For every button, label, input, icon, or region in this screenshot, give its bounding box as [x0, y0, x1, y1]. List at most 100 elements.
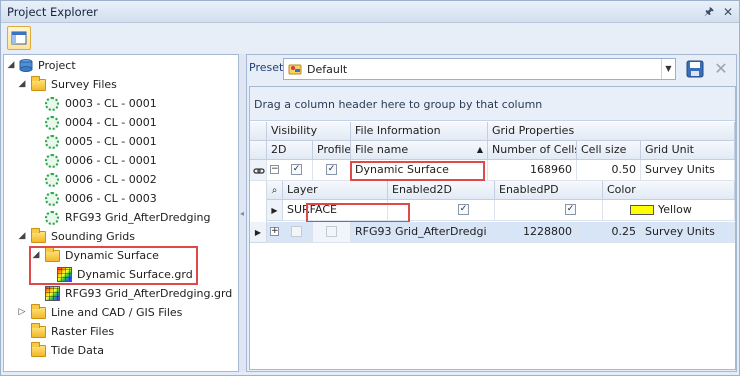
chevron-down-icon[interactable]: ▼	[661, 59, 675, 79]
highlight-box	[306, 203, 410, 223]
tree-item-survey-files[interactable]: ◢ Survey Files	[4, 75, 238, 94]
delete-preset-button[interactable]: ✕	[711, 59, 731, 79]
color-swatch	[630, 205, 654, 215]
files-grid: Drag a column header here to group by th…	[249, 86, 736, 370]
tree-label-rfg-grd: RFG93 Grid_AfterDredging.grd	[65, 287, 233, 300]
tree-label-raster: Raster Files	[51, 325, 115, 338]
checkbox-enabledpd[interactable]: ✓	[565, 204, 576, 215]
cell-profile	[313, 222, 351, 243]
panel-toggle-button[interactable]	[7, 26, 31, 50]
group-by-hint: Drag a column header here to group by th…	[254, 98, 543, 111]
delete-icon: ✕	[714, 59, 728, 78]
color-name: Yellow	[658, 203, 692, 216]
header-corner	[250, 141, 267, 160]
survey-line-icon	[45, 211, 59, 225]
tree-label-tide: Tide Data	[51, 344, 104, 357]
detail-col-enabled2d[interactable]: Enabled2D	[388, 181, 495, 200]
expand-icon[interactable]: ▷	[17, 303, 27, 322]
tree-item-line-cad[interactable]: ▷ Line and CAD / GIS Files	[4, 303, 238, 322]
row-indicator-icon: ▶	[250, 222, 267, 243]
pin-icon[interactable]: 🖈	[701, 4, 717, 20]
tree-item-sounding-grids[interactable]: ◢ Sounding Grids	[4, 227, 238, 246]
tree-label-survey-files: Survey Files	[51, 78, 117, 91]
survey-line-icon	[45, 154, 59, 168]
col-cells[interactable]: Number of Cells	[488, 141, 577, 160]
band-grid-props[interactable]: Grid Properties	[488, 122, 735, 141]
close-icon[interactable]: ✕	[720, 4, 736, 20]
col-grid-unit[interactable]: Grid Unit	[641, 141, 735, 160]
collapse-icon[interactable]: ◢	[17, 75, 27, 94]
detail-col-enabledpd[interactable]: EnabledPD	[495, 181, 603, 200]
checkbox-2d[interactable]	[291, 226, 302, 237]
tree-item-rfg-grd[interactable]: RFG93 Grid_AfterDredging.grd	[4, 284, 238, 303]
folder-icon	[31, 323, 46, 338]
expand-row-icon[interactable]: +	[270, 227, 279, 236]
row-link-cell	[250, 160, 267, 181]
link-icon	[253, 168, 265, 174]
tree-label-line-cad: Line and CAD / GIS Files	[51, 306, 183, 319]
highlight-box	[350, 161, 485, 181]
grid-file-icon	[45, 286, 60, 301]
tree-label-survey: 0006 - CL - 0003	[65, 192, 157, 205]
row-indicator-icon: ▶	[267, 200, 283, 221]
band-visibility[interactable]: Visibility	[267, 122, 351, 141]
tree-item-project[interactable]: ◢ Project	[4, 56, 238, 75]
group-by-panel[interactable]: Drag a column header here to group by th…	[250, 87, 735, 121]
cell-2d: +	[267, 222, 313, 243]
toolbar	[1, 23, 739, 53]
cell-file-name[interactable]: RFG93 Grid_AfterDredging	[351, 222, 488, 243]
tree-label-survey: 0006 - CL - 0001	[65, 154, 157, 167]
survey-line-icon	[45, 116, 59, 130]
collapse-icon[interactable]: ◢	[6, 56, 16, 75]
cell-cells: 168960	[488, 160, 577, 181]
folder-icon	[31, 342, 46, 357]
checkbox-profile[interactable]: ✓	[326, 164, 337, 175]
preset-dropdown[interactable]: Default ▼	[283, 58, 676, 80]
col-file-name[interactable]: File name ▲	[351, 141, 488, 160]
highlight-box	[29, 246, 198, 285]
save-preset-button[interactable]	[685, 59, 705, 79]
cell-grid-unit: Survey Units	[641, 222, 735, 243]
checkbox-profile[interactable]	[326, 226, 337, 237]
col-file-name-label: File name	[355, 143, 409, 156]
detail-cell-color[interactable]: Yellow	[603, 200, 735, 221]
folder-icon	[31, 76, 46, 91]
search-icon[interactable]: ⌕	[272, 185, 278, 196]
title-bar: Project Explorer 🖈 ✕	[1, 1, 739, 23]
sort-ascending-icon: ▲	[476, 145, 483, 154]
col-cell-size[interactable]: Cell size	[577, 141, 641, 160]
collapse-row-icon[interactable]: −	[270, 165, 279, 174]
col-2d[interactable]: 2D	[267, 141, 313, 160]
preset-icon	[288, 64, 302, 75]
cell-profile: ✓	[313, 160, 351, 181]
preset-label: Preset	[249, 61, 284, 74]
cell-2d: − ✓	[267, 160, 313, 181]
preset-value: Default	[307, 63, 348, 76]
tree-label-project: Project	[38, 59, 76, 72]
tree-label-sounding-grids: Sounding Grids	[51, 230, 135, 243]
folder-icon	[31, 304, 46, 319]
col-profile[interactable]: Profile	[313, 141, 351, 160]
survey-line-icon	[45, 192, 59, 206]
project-tree: ◢ Project ◢ Survey Files 0003 - CL - 000…	[3, 54, 239, 372]
detail-col-layer[interactable]: Layer	[283, 181, 388, 200]
panel-toggle-icon	[11, 31, 27, 45]
detail-indent	[250, 181, 267, 223]
band-file-info[interactable]: File Information	[351, 122, 488, 141]
tree-item-tide[interactable]: Tide Data	[4, 341, 238, 360]
tree-item-raster[interactable]: Raster Files	[4, 322, 238, 341]
folder-icon	[31, 228, 46, 243]
tree-label-survey: 0004 - CL - 0001	[65, 116, 157, 129]
detail-cell-enabledpd: ✓	[495, 200, 603, 221]
checkbox-2d[interactable]: ✓	[291, 164, 302, 175]
detail-search-cell[interactable]: ⌕	[267, 181, 283, 200]
project-icon	[19, 59, 33, 72]
checkbox-enabled2d[interactable]: ✓	[458, 204, 469, 215]
cell-cells: 1228800	[488, 222, 577, 243]
collapse-icon[interactable]: ◢	[17, 227, 27, 246]
collapse-left-icon[interactable]: ◂	[240, 209, 244, 218]
properties-pane: Preset Default ▼ ✕ Drag a column header …	[246, 54, 737, 372]
detail-col-color[interactable]: Color	[603, 181, 735, 200]
cell-cell-size: 0.50	[577, 160, 641, 181]
cell-grid-unit: Survey Units	[641, 160, 735, 181]
